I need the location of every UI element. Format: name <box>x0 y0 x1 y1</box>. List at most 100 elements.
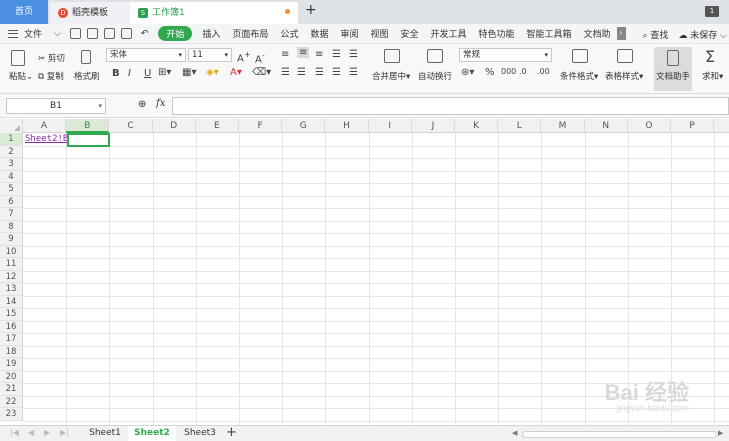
horizontal-scrollbar[interactable]: ◀ ▶ <box>510 429 725 439</box>
save-icon[interactable] <box>69 28 81 39</box>
italic-icon[interactable]: I <box>128 68 131 79</box>
next-sheet-icon[interactable]: ▶ <box>44 428 50 437</box>
number-format-select[interactable]: 常规 ▾ <box>459 48 552 62</box>
menu-start[interactable]: 开始 <box>158 26 193 41</box>
search-button[interactable]: ⌕ 查找 <box>643 28 669 41</box>
menu-smart-toolbox[interactable]: 智能工具箱 <box>521 27 578 40</box>
indent-decrease-icon[interactable]: ☰ <box>332 49 341 60</box>
menu-security[interactable]: 安全 <box>395 27 425 40</box>
scroll-left-icon[interactable]: ◀ <box>512 429 517 437</box>
percent-icon[interactable]: % <box>485 67 495 78</box>
borders-icon[interactable]: ⊞▾ <box>158 67 171 78</box>
distributed-icon[interactable]: ☰ <box>349 67 358 78</box>
prev-sheet-icon[interactable]: ◀ <box>28 428 34 437</box>
align-left-icon[interactable]: ☰ <box>281 67 290 78</box>
tab-home[interactable]: 首页 <box>0 0 48 24</box>
first-sheet-icon[interactable]: |◀ <box>10 428 19 437</box>
sum-icon[interactable]: Σ <box>705 47 715 66</box>
row-header-8[interactable]: 8 <box>0 220 23 233</box>
last-sheet-icon[interactable]: ▶| <box>60 428 69 437</box>
column-header-a[interactable]: A <box>23 119 67 133</box>
font-decrease-icon[interactable]: A- <box>255 50 265 65</box>
row-header-11[interactable]: 11 <box>0 258 23 271</box>
font-name-select[interactable]: 宋体 ▾ <box>106 48 186 62</box>
row-header-6[interactable]: 6 <box>0 195 23 208</box>
column-header-h[interactable]: H <box>325 119 369 133</box>
new-tab-button[interactable]: + <box>305 2 317 18</box>
indent-increase-icon[interactable]: ☰ <box>349 49 358 60</box>
zoom-search-icon[interactable]: ⊕ <box>138 99 146 110</box>
selected-cell-b1[interactable] <box>67 133 110 147</box>
column-header-g[interactable]: G <box>282 119 326 133</box>
column-header-c[interactable]: C <box>109 119 153 133</box>
row-header-23[interactable]: 23 <box>0 408 23 421</box>
format-painter-icon[interactable] <box>81 50 91 64</box>
row-header-2[interactable]: 2 <box>0 145 23 158</box>
window-count-badge[interactable]: 1 <box>705 6 719 17</box>
menu-doc-helper[interactable]: 文档助 <box>578 27 617 40</box>
fill-color-icon[interactable]: ◈▾ <box>206 67 219 78</box>
column-header-f[interactable]: F <box>239 119 283 133</box>
row-header-12[interactable]: 12 <box>0 270 23 283</box>
conditional-format-icon[interactable] <box>572 49 588 63</box>
clear-format-icon[interactable]: ⌫▾ <box>252 67 271 78</box>
merge-center-icon[interactable] <box>384 49 400 63</box>
print-icon[interactable] <box>103 28 115 39</box>
thousands-icon[interactable]: 000 <box>501 67 516 76</box>
undo-icon[interactable]: ↶ <box>135 29 155 39</box>
export-pdf-icon[interactable] <box>120 28 132 39</box>
justify-icon[interactable]: ☰ <box>332 67 341 78</box>
row-header-3[interactable]: 3 <box>0 158 23 171</box>
tab-docer-templates[interactable]: D 稻壳模板 <box>50 2 130 24</box>
column-header-p[interactable]: P <box>671 119 715 133</box>
bold-icon[interactable]: B <box>112 68 120 79</box>
cut-button[interactable]: ✂ 剪切 <box>38 52 65 64</box>
column-header-l[interactable]: L <box>498 119 542 133</box>
font-color-icon[interactable]: A▾ <box>230 67 242 78</box>
menu-data[interactable]: 数据 <box>304 27 334 40</box>
chevron-down-icon[interactable]: ⌵ <box>48 29 67 39</box>
paste-icon[interactable] <box>11 50 25 66</box>
menu-features[interactable]: 特色功能 <box>473 27 521 40</box>
formula-input[interactable] <box>172 97 729 115</box>
align-middle-icon[interactable]: ≡ <box>297 47 310 58</box>
more-menu-icon[interactable]: › <box>616 27 626 40</box>
column-header-n[interactable]: N <box>585 119 628 133</box>
row-header-18[interactable]: 18 <box>0 345 23 358</box>
row-header-13[interactable]: 13 <box>0 283 23 296</box>
decimal-increase-icon[interactable]: .0 <box>519 67 527 76</box>
sheet-tab-sheet2[interactable]: Sheet2 <box>128 426 176 441</box>
font-increase-icon[interactable]: A+ <box>237 49 251 64</box>
row-header-21[interactable]: 21 <box>0 383 23 396</box>
hamburger-icon[interactable] <box>8 29 18 38</box>
decimal-decrease-icon[interactable]: .00 <box>537 67 550 76</box>
menu-developer[interactable]: 开发工具 <box>425 27 473 40</box>
align-bottom-icon[interactable]: ≡ <box>315 49 323 60</box>
menu-formulas[interactable]: 公式 <box>274 27 304 40</box>
row-header-1[interactable]: 1 <box>0 133 23 146</box>
merge-center-button[interactable]: 合并居中▾ <box>372 70 410 82</box>
column-header-d[interactable]: D <box>153 119 196 133</box>
menu-insert[interactable]: 插入 <box>196 27 226 40</box>
align-center-icon[interactable]: ☰ <box>297 67 306 78</box>
row-header-22[interactable]: 22 <box>0 395 23 408</box>
copy-button[interactable]: ⧉ 复制 <box>38 70 64 82</box>
row-header-10[interactable]: 10 <box>0 245 23 258</box>
column-header-b[interactable]: B <box>66 119 110 133</box>
row-header-19[interactable]: 19 <box>0 358 23 371</box>
row-header-5[interactable]: 5 <box>0 183 23 196</box>
sheet-tab-sheet3[interactable]: Sheet3 <box>176 426 224 441</box>
row-header-7[interactable]: 7 <box>0 208 23 221</box>
column-header-m[interactable]: M <box>541 119 585 133</box>
conditional-format-button[interactable]: 条件格式▾ <box>560 70 598 82</box>
underline-icon[interactable]: U <box>144 68 151 79</box>
column-header-o[interactable]: O <box>628 119 671 133</box>
menu-review[interactable]: 审阅 <box>334 27 364 40</box>
print-preview-icon[interactable] <box>86 28 98 39</box>
currency-icon[interactable]: ⊛▾ <box>461 67 474 78</box>
wrap-text-button[interactable]: 自动换行 <box>418 70 452 82</box>
sheet-tab-sheet1[interactable]: Sheet1 <box>82 426 128 441</box>
row-header-14[interactable]: 14 <box>0 295 23 308</box>
tab-workbook[interactable]: S 工作簿1 <box>130 2 298 24</box>
row-header-20[interactable]: 20 <box>0 370 23 383</box>
